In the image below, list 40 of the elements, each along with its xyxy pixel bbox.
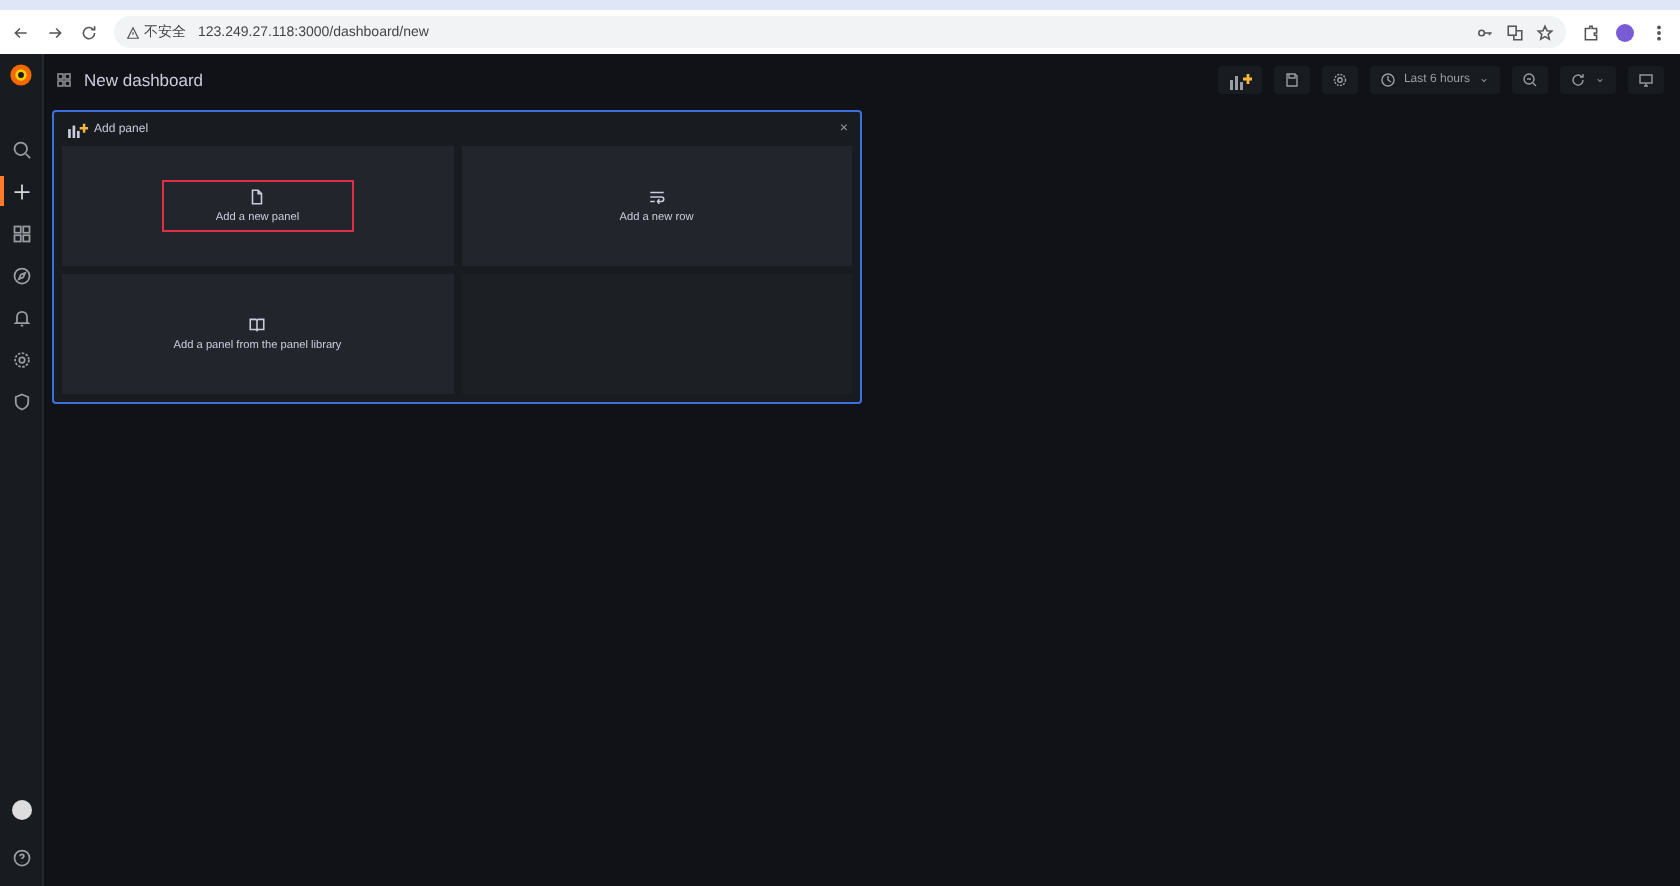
- shield-icon: [11, 391, 31, 411]
- monitor-icon: [1638, 72, 1654, 88]
- refresh-button[interactable]: [1560, 66, 1616, 94]
- search-icon: [11, 139, 31, 159]
- star-icon[interactable]: [1536, 23, 1554, 41]
- gear-icon: [11, 349, 31, 369]
- grid-icon: [11, 223, 31, 243]
- profile-avatar[interactable]: [1616, 23, 1634, 41]
- tv-mode-button[interactable]: [1628, 66, 1664, 94]
- zoom-out-button[interactable]: [1512, 66, 1548, 94]
- back-arrow-icon[interactable]: [12, 23, 30, 41]
- extension-icon[interactable]: [1582, 23, 1600, 41]
- save-icon: [1283, 72, 1300, 88]
- plus-icon: [11, 181, 31, 201]
- save-button[interactable]: [1273, 66, 1310, 94]
- bell-icon: [11, 307, 31, 327]
- clock-icon: [1379, 72, 1396, 88]
- add-panel-icon: [1227, 71, 1252, 89]
- settings-icon: [1331, 72, 1348, 88]
- zoom-out-icon: [1522, 72, 1538, 88]
- book-icon: [248, 316, 267, 334]
- file-icon: [248, 188, 267, 206]
- add-panel-icon: [66, 121, 88, 137]
- reload-icon[interactable]: [80, 23, 98, 41]
- caret-icon: [1478, 74, 1490, 86]
- refresh-icon: [1570, 72, 1586, 88]
- add-panel-button[interactable]: [1217, 66, 1262, 94]
- user-avatar[interactable]: [11, 800, 31, 820]
- logo-icon[interactable]: [8, 62, 34, 88]
- translate-icon[interactable]: [1506, 23, 1524, 41]
- key-icon[interactable]: [1476, 23, 1494, 41]
- help-icon[interactable]: [11, 847, 31, 867]
- warning-icon: [126, 25, 140, 39]
- settings-button[interactable]: [1321, 66, 1358, 94]
- dashboard-title: New dashboard: [84, 70, 204, 90]
- caret-icon: [1594, 74, 1606, 86]
- compass-icon: [11, 265, 31, 285]
- rows-icon: [647, 188, 666, 206]
- forward-arrow-icon[interactable]: [46, 23, 64, 41]
- grid-icon: [56, 72, 72, 88]
